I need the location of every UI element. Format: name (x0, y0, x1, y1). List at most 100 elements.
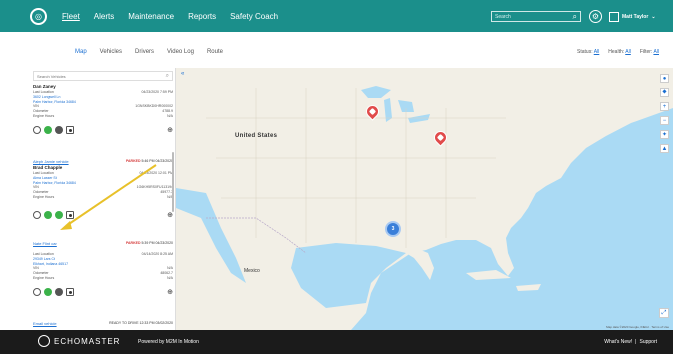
nav-maintenance[interactable]: Maintenance (128, 12, 174, 21)
gps-status-icon[interactable] (55, 125, 63, 134)
chevron-down-icon: ⌄ (651, 13, 656, 20)
whats-new-link[interactable]: What's New! (604, 339, 632, 345)
map-location-icon[interactable]: ⬥ (660, 88, 669, 97)
footer-brand: ECHOMASTER (38, 335, 120, 347)
camera-icon[interactable] (66, 210, 74, 219)
health-filter-value[interactable]: All (625, 49, 631, 55)
compass-icon[interactable]: ▲ (660, 144, 669, 153)
engine-hours-row: Engine Hours N/A (33, 276, 173, 281)
app-logo-icon[interactable]: ◎ (30, 8, 47, 25)
fleet-map[interactable]: « United States Mexico 3 ● ⬥ + − ✦ ▲ ⤢ M… (176, 68, 673, 330)
list-item[interactable]: Aleph Jamie vehicle PARKED 5:46 PM 04/23… (33, 158, 173, 219)
vehicle-name-link[interactable]: Aleph Jamie vehicle (33, 159, 69, 164)
gps-status-icon[interactable] (55, 210, 63, 219)
camera-icon[interactable] (66, 125, 74, 134)
global-search-input[interactable] (495, 12, 557, 21)
footer-links: What's New! | Support (604, 339, 657, 345)
tab-vehicles[interactable]: Vehicles (100, 49, 122, 55)
zoom-to-vehicle-icon[interactable]: ⊕ (167, 126, 173, 134)
search-icon[interactable]: ⌕ (573, 12, 577, 21)
nav-reports[interactable]: Reports (188, 12, 216, 21)
engine-hours-label: Engine Hours (33, 276, 55, 280)
powered-by: Powered by M2M In Motion (138, 339, 199, 345)
vehicle-header: Nate Flint car PARKED 5:39 PM 04/23/2020 (33, 240, 173, 246)
tab-video-log[interactable]: Video Log (167, 49, 194, 55)
map-settings-icon[interactable]: ✦ (660, 130, 669, 139)
nav-alerts[interactable]: Alerts (94, 12, 114, 21)
map-controls: ● ⬥ + − ✦ ▲ (660, 74, 669, 153)
list-item[interactable]: Nate Flint car PARKED 5:39 PM 04/23/2020… (33, 240, 173, 296)
user-menu[interactable]: Matt Taylor ⌄ (609, 11, 664, 22)
view-tabs: Map Vehicles Drivers Video Log Route (75, 49, 223, 55)
status-filter: Status: All (577, 49, 599, 55)
health-filter-label: Health: (608, 49, 625, 55)
nav-fleet[interactable]: Fleet (62, 12, 80, 21)
map-attribution[interactable]: Map data ©2020 Google, INEGI · Terms of … (606, 325, 669, 329)
driver-name: Brad Chapple (33, 165, 63, 170)
search-icon[interactable]: ⌕ (166, 73, 169, 80)
mexico-label: Mexico (244, 268, 260, 274)
status-badge: PARKED (125, 159, 141, 163)
user-name: Matt Taylor (622, 13, 649, 20)
engine-hours-value: N/A (167, 114, 173, 118)
collapse-panel-icon[interactable]: « (181, 71, 184, 77)
engine-hours-row: Engine Hours N/A (33, 114, 173, 119)
last-location-time: 04/23/2020 12:01 PM (139, 171, 173, 175)
status-time: 5:46 PM 04/23/2020 (141, 159, 173, 163)
engine-hours-value: N/A (167, 276, 173, 280)
brand-name: ECHOMASTER (54, 336, 121, 346)
vehicle-name-link[interactable]: Email vehicle (33, 321, 57, 326)
top-navigation-bar: ◎ Fleet Alerts Maintenance Reports Safet… (0, 0, 673, 32)
zoom-out-button[interactable]: − (660, 116, 669, 125)
gear-icon[interactable]: ⚙ (589, 10, 602, 23)
zoom-to-vehicle-icon[interactable]: ⊕ (167, 288, 173, 296)
gps-status-icon[interactable] (55, 287, 63, 296)
general-filter: Filter: All (640, 49, 659, 55)
vehicle-status: PARKED 5:46 PM 04/23/2020 (126, 159, 173, 163)
vehicle-status: PARKED 5:39 PM 04/23/2020 (126, 241, 173, 245)
vehicle-status-icons: ⊕ (33, 210, 173, 219)
status-filter-value[interactable]: All (594, 49, 600, 55)
map-filters: Status: All Health: All Filter: All (577, 49, 659, 55)
status-badge: PARKED (125, 241, 141, 245)
vehicle-cluster-marker[interactable]: 3 (385, 221, 401, 237)
map-layers-icon[interactable]: ● (660, 74, 669, 83)
main-nav: Fleet Alerts Maintenance Reports Safety … (62, 0, 278, 32)
vehicle-status-icons: ⊕ (33, 287, 173, 296)
help-icon[interactable] (33, 210, 41, 219)
tab-map[interactable]: Map (75, 49, 87, 55)
tab-drivers[interactable]: Drivers (135, 49, 154, 55)
help-icon[interactable] (33, 287, 41, 296)
help-icon[interactable] (33, 125, 41, 134)
status-badge: READY TO DRIVE (109, 321, 139, 325)
ignition-status-icon[interactable] (44, 210, 52, 219)
brand-logo-icon (38, 335, 50, 347)
nav-safety-coach[interactable]: Safety Coach (230, 12, 278, 21)
sidebar-scrollbar[interactable] (172, 152, 174, 212)
global-search: ⌕ (491, 11, 581, 22)
ignition-status-icon[interactable] (44, 125, 52, 134)
general-filter-value[interactable]: All (653, 49, 659, 55)
avatar (609, 11, 619, 22)
fullscreen-icon[interactable]: ⤢ (659, 308, 669, 318)
vehicle-search-input[interactable] (37, 73, 147, 79)
list-item[interactable]: Dan Zaney Last Location 04/23/2020 7:59 … (33, 83, 173, 134)
footer: ECHOMASTER Powered by M2M In Motion What… (0, 330, 673, 354)
status-filter-label: Status: (577, 49, 593, 55)
support-link[interactable]: Support (639, 339, 657, 345)
zoom-in-button[interactable]: + (660, 102, 669, 111)
tab-route[interactable]: Route (207, 49, 223, 55)
last-location-time: 04/23/2020 7:59 PM (141, 90, 173, 94)
ignition-status-icon[interactable] (44, 287, 52, 296)
vehicle-search: ⌕ (33, 71, 173, 81)
vehicle-list-panel: ⌕ Dan Zaney Last Location 04/23/2020 7:5… (30, 68, 176, 330)
vehicle-name-link[interactable]: Nate Flint car (33, 241, 57, 246)
country-label: United States (235, 133, 278, 139)
general-filter-label: Filter: (639, 49, 653, 55)
map-canvas (176, 68, 673, 330)
camera-icon[interactable] (66, 287, 74, 296)
list-item[interactable]: Email vehicle READY TO DRIVE 12:33 PM 03… (33, 320, 173, 326)
engine-hours-row: Engine Hours N/A (33, 195, 173, 200)
vehicle-header: Email vehicle READY TO DRIVE 12:33 PM 03… (33, 320, 173, 326)
driver-name: Dan Zaney (33, 84, 56, 89)
